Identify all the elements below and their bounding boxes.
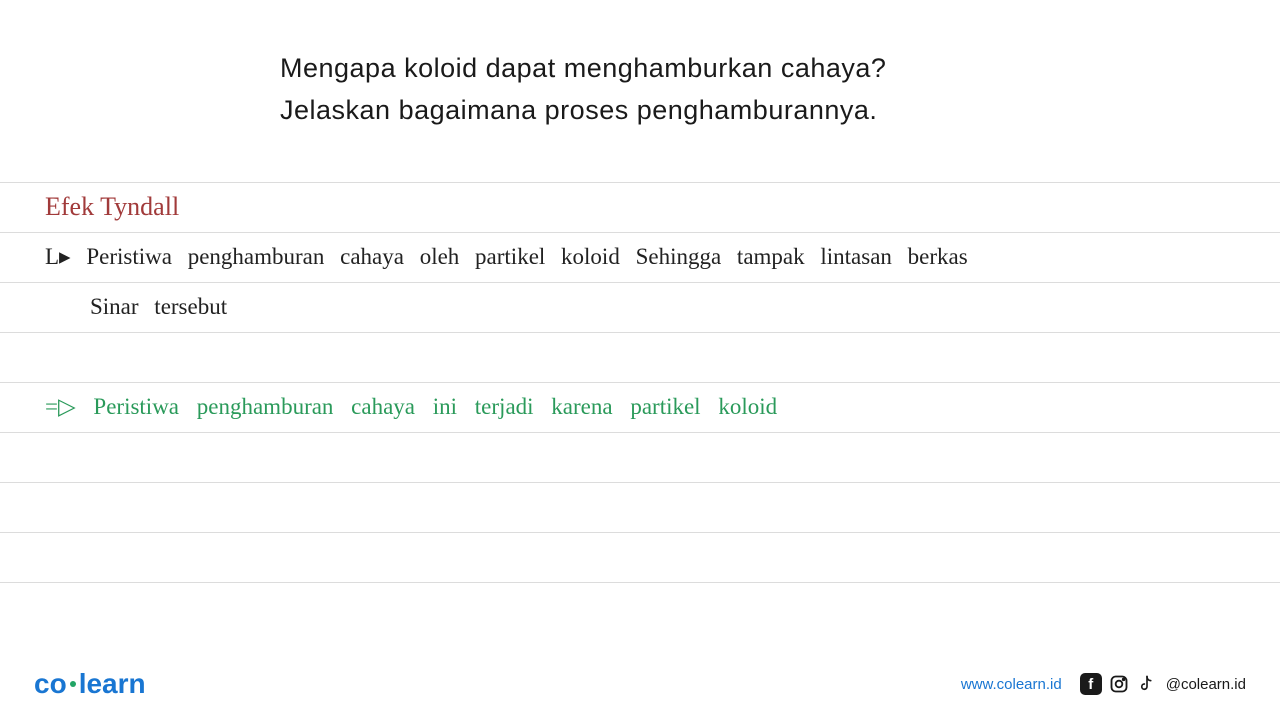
question-line-1: Mengapa koloid dapat menghamburkan cahay… (280, 48, 1000, 90)
brand-logo: co learn (34, 668, 146, 700)
logo-dot-icon (70, 681, 76, 687)
question-line-2: Jelaskan bagaimana proses penghamburanny… (280, 90, 1000, 132)
paper-row-title: Efek Tyndall (0, 183, 1280, 233)
paper-row-def1: L▸ Peristiwa penghamburan cahaya oleh pa… (0, 233, 1280, 283)
social-icons: f @colearn.id (1080, 673, 1246, 695)
tiktok-icon (1136, 673, 1158, 695)
logo-learn-text: learn (79, 668, 146, 700)
explanation-line-1: =▷ Peristiwa penghamburan cahaya ini ter… (45, 394, 777, 420)
logo-co-text: co (34, 668, 67, 700)
facebook-icon: f (1080, 673, 1102, 695)
footer-right: www.colearn.id f @colearn.id (961, 673, 1246, 695)
definition-line-2: Sinar tersebut (45, 294, 227, 320)
question-block: Mengapa koloid dapat menghamburkan cahay… (0, 0, 1280, 162)
notes-title: Efek Tyndall (45, 192, 179, 222)
paper-row-expl: =▷ Peristiwa penghamburan cahaya ini ter… (0, 383, 1280, 433)
website-url: www.colearn.id (961, 676, 1062, 693)
lined-paper: Efek Tyndall L▸ Peristiwa penghamburan c… (0, 182, 1280, 583)
footer: co learn www.colearn.id f @colearn.id (0, 668, 1280, 700)
social-handle: @colearn.id (1166, 676, 1246, 693)
paper-row-empty2 (0, 433, 1280, 483)
paper-row-def2: Sinar tersebut (0, 283, 1280, 333)
paper-row-empty4 (0, 533, 1280, 583)
paper-row-empty3 (0, 483, 1280, 533)
definition-line-1: L▸ Peristiwa penghamburan cahaya oleh pa… (45, 244, 968, 270)
instagram-icon (1108, 673, 1130, 695)
paper-row-empty1 (0, 333, 1280, 383)
